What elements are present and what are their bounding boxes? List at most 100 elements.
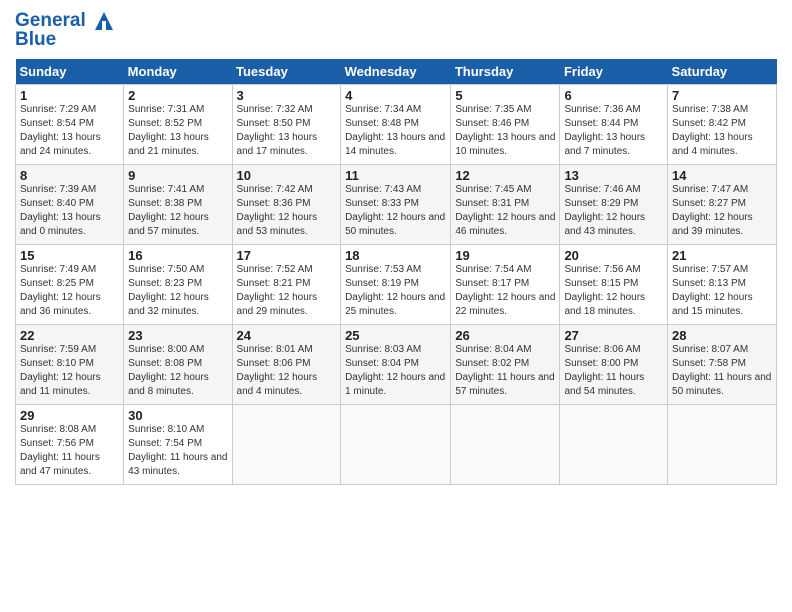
- dow-header-wednesday: Wednesday: [341, 59, 451, 85]
- day-info: Sunrise: 7:32 AM Sunset: 8:50 PM Dayligh…: [237, 103, 337, 159]
- calendar-cell: 13 Sunrise: 7:46 AM Sunset: 8:29 PM Dayl…: [560, 164, 668, 244]
- day-info: Sunrise: 7:56 AM Sunset: 8:15 PM Dayligh…: [564, 263, 663, 319]
- calendar-cell: 29 Sunrise: 8:08 AM Sunset: 7:56 PM Dayl…: [16, 404, 124, 484]
- calendar-cell: 7 Sunrise: 7:38 AM Sunset: 8:42 PM Dayli…: [668, 84, 777, 164]
- day-info: Sunrise: 7:35 AM Sunset: 8:46 PM Dayligh…: [455, 103, 555, 159]
- day-info: Sunrise: 7:49 AM Sunset: 8:25 PM Dayligh…: [20, 263, 119, 319]
- day-info: Sunrise: 7:34 AM Sunset: 8:48 PM Dayligh…: [345, 103, 446, 159]
- day-number: 13: [564, 168, 663, 183]
- calendar-cell: 22 Sunrise: 7:59 AM Sunset: 8:10 PM Dayl…: [16, 324, 124, 404]
- calendar-cell: [668, 404, 777, 484]
- calendar-week-3: 15 Sunrise: 7:49 AM Sunset: 8:25 PM Dayl…: [16, 244, 777, 324]
- day-info: Sunrise: 7:47 AM Sunset: 8:27 PM Dayligh…: [672, 183, 772, 239]
- day-number: 21: [672, 248, 772, 263]
- day-number: 8: [20, 168, 119, 183]
- dow-header-saturday: Saturday: [668, 59, 777, 85]
- calendar-cell: [341, 404, 451, 484]
- logo-blue: Blue: [15, 30, 115, 51]
- dow-header-friday: Friday: [560, 59, 668, 85]
- day-info: Sunrise: 8:03 AM Sunset: 8:04 PM Dayligh…: [345, 343, 446, 399]
- calendar-cell: 11 Sunrise: 7:43 AM Sunset: 8:33 PM Dayl…: [341, 164, 451, 244]
- calendar-cell: 18 Sunrise: 7:53 AM Sunset: 8:19 PM Dayl…: [341, 244, 451, 324]
- day-number: 14: [672, 168, 772, 183]
- day-number: 12: [455, 168, 555, 183]
- day-number: 27: [564, 328, 663, 343]
- day-number: 6: [564, 88, 663, 103]
- day-number: 30: [128, 408, 227, 423]
- page-header: General Blue: [15, 10, 777, 51]
- page-container: General Blue SundayMondayTuesdayWednesda…: [0, 0, 792, 495]
- dow-header-sunday: Sunday: [16, 59, 124, 85]
- day-number: 15: [20, 248, 119, 263]
- calendar-cell: 23 Sunrise: 8:00 AM Sunset: 8:08 PM Dayl…: [124, 324, 232, 404]
- day-info: Sunrise: 7:45 AM Sunset: 8:31 PM Dayligh…: [455, 183, 555, 239]
- day-number: 1: [20, 88, 119, 103]
- calendar-cell: 25 Sunrise: 8:03 AM Sunset: 8:04 PM Dayl…: [341, 324, 451, 404]
- calendar-cell: 30 Sunrise: 8:10 AM Sunset: 7:54 PM Dayl…: [124, 404, 232, 484]
- day-of-week-row: SundayMondayTuesdayWednesdayThursdayFrid…: [16, 59, 777, 85]
- day-info: Sunrise: 7:41 AM Sunset: 8:38 PM Dayligh…: [128, 183, 227, 239]
- day-number: 22: [20, 328, 119, 343]
- day-info: Sunrise: 8:10 AM Sunset: 7:54 PM Dayligh…: [128, 423, 227, 479]
- day-info: Sunrise: 7:43 AM Sunset: 8:33 PM Dayligh…: [345, 183, 446, 239]
- day-info: Sunrise: 8:06 AM Sunset: 8:00 PM Dayligh…: [564, 343, 663, 399]
- calendar-cell: 2 Sunrise: 7:31 AM Sunset: 8:52 PM Dayli…: [124, 84, 232, 164]
- calendar-cell: 4 Sunrise: 7:34 AM Sunset: 8:48 PM Dayli…: [341, 84, 451, 164]
- calendar-body: 1 Sunrise: 7:29 AM Sunset: 8:54 PM Dayli…: [16, 84, 777, 484]
- day-number: 2: [128, 88, 227, 103]
- day-number: 17: [237, 248, 337, 263]
- calendar-cell: 16 Sunrise: 7:50 AM Sunset: 8:23 PM Dayl…: [124, 244, 232, 324]
- dow-header-monday: Monday: [124, 59, 232, 85]
- calendar-week-2: 8 Sunrise: 7:39 AM Sunset: 8:40 PM Dayli…: [16, 164, 777, 244]
- day-info: Sunrise: 7:42 AM Sunset: 8:36 PM Dayligh…: [237, 183, 337, 239]
- day-info: Sunrise: 7:50 AM Sunset: 8:23 PM Dayligh…: [128, 263, 227, 319]
- day-info: Sunrise: 7:53 AM Sunset: 8:19 PM Dayligh…: [345, 263, 446, 319]
- calendar-cell: 3 Sunrise: 7:32 AM Sunset: 8:50 PM Dayli…: [232, 84, 341, 164]
- day-info: Sunrise: 7:52 AM Sunset: 8:21 PM Dayligh…: [237, 263, 337, 319]
- day-info: Sunrise: 7:39 AM Sunset: 8:40 PM Dayligh…: [20, 183, 119, 239]
- day-number: 20: [564, 248, 663, 263]
- calendar-cell: 14 Sunrise: 7:47 AM Sunset: 8:27 PM Dayl…: [668, 164, 777, 244]
- logo-general: General: [15, 10, 86, 31]
- day-number: 3: [237, 88, 337, 103]
- calendar-week-5: 29 Sunrise: 8:08 AM Sunset: 7:56 PM Dayl…: [16, 404, 777, 484]
- calendar-cell: 15 Sunrise: 7:49 AM Sunset: 8:25 PM Dayl…: [16, 244, 124, 324]
- day-number: 11: [345, 168, 446, 183]
- calendar-week-1: 1 Sunrise: 7:29 AM Sunset: 8:54 PM Dayli…: [16, 84, 777, 164]
- day-number: 9: [128, 168, 227, 183]
- day-number: 5: [455, 88, 555, 103]
- day-info: Sunrise: 8:01 AM Sunset: 8:06 PM Dayligh…: [237, 343, 337, 399]
- calendar-cell: 20 Sunrise: 7:56 AM Sunset: 8:15 PM Dayl…: [560, 244, 668, 324]
- day-info: Sunrise: 7:59 AM Sunset: 8:10 PM Dayligh…: [20, 343, 119, 399]
- dow-header-thursday: Thursday: [451, 59, 560, 85]
- day-info: Sunrise: 7:46 AM Sunset: 8:29 PM Dayligh…: [564, 183, 663, 239]
- calendar-cell: 9 Sunrise: 7:41 AM Sunset: 8:38 PM Dayli…: [124, 164, 232, 244]
- calendar-cell: 8 Sunrise: 7:39 AM Sunset: 8:40 PM Dayli…: [16, 164, 124, 244]
- day-info: Sunrise: 7:31 AM Sunset: 8:52 PM Dayligh…: [128, 103, 227, 159]
- calendar-cell: 27 Sunrise: 8:06 AM Sunset: 8:00 PM Dayl…: [560, 324, 668, 404]
- calendar-cell: 26 Sunrise: 8:04 AM Sunset: 8:02 PM Dayl…: [451, 324, 560, 404]
- calendar-cell: 21 Sunrise: 7:57 AM Sunset: 8:13 PM Dayl…: [668, 244, 777, 324]
- logo-icon: [93, 10, 115, 32]
- calendar-cell: [232, 404, 341, 484]
- day-number: 19: [455, 248, 555, 263]
- day-number: 24: [237, 328, 337, 343]
- logo: General Blue: [15, 10, 115, 51]
- day-info: Sunrise: 7:38 AM Sunset: 8:42 PM Dayligh…: [672, 103, 772, 159]
- calendar-cell: 10 Sunrise: 7:42 AM Sunset: 8:36 PM Dayl…: [232, 164, 341, 244]
- day-info: Sunrise: 7:36 AM Sunset: 8:44 PM Dayligh…: [564, 103, 663, 159]
- dow-header-tuesday: Tuesday: [232, 59, 341, 85]
- day-number: 29: [20, 408, 119, 423]
- day-number: 25: [345, 328, 446, 343]
- calendar-cell: 1 Sunrise: 7:29 AM Sunset: 8:54 PM Dayli…: [16, 84, 124, 164]
- day-info: Sunrise: 8:00 AM Sunset: 8:08 PM Dayligh…: [128, 343, 227, 399]
- day-info: Sunrise: 7:57 AM Sunset: 8:13 PM Dayligh…: [672, 263, 772, 319]
- day-number: 4: [345, 88, 446, 103]
- calendar-week-4: 22 Sunrise: 7:59 AM Sunset: 8:10 PM Dayl…: [16, 324, 777, 404]
- calendar-cell: 28 Sunrise: 8:07 AM Sunset: 7:58 PM Dayl…: [668, 324, 777, 404]
- calendar-cell: 19 Sunrise: 7:54 AM Sunset: 8:17 PM Dayl…: [451, 244, 560, 324]
- calendar-cell: 12 Sunrise: 7:45 AM Sunset: 8:31 PM Dayl…: [451, 164, 560, 244]
- day-number: 10: [237, 168, 337, 183]
- calendar-cell: 5 Sunrise: 7:35 AM Sunset: 8:46 PM Dayli…: [451, 84, 560, 164]
- day-number: 16: [128, 248, 227, 263]
